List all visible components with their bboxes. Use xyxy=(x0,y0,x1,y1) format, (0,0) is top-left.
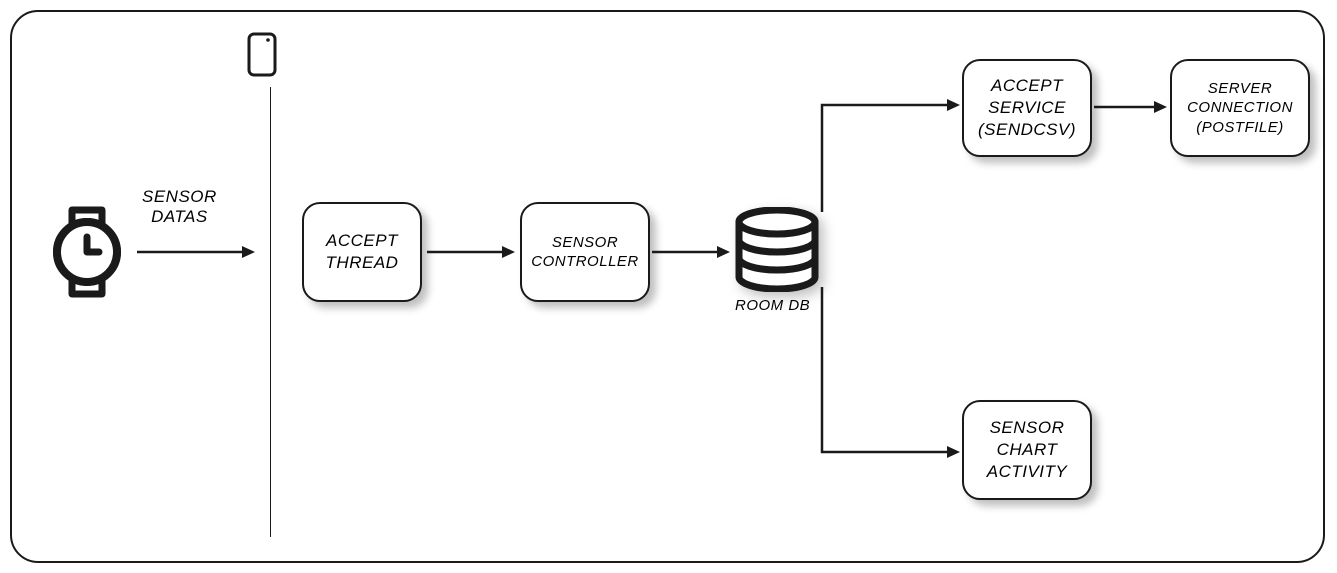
diagram-frame: SENSOR DATAS ACCEPT THREAD SENSOR CONTRO… xyxy=(10,10,1325,563)
sensor-datas-label: SENSOR DATAS xyxy=(142,187,217,227)
database-icon xyxy=(732,207,822,292)
accept-thread-box: ACCEPT THREAD xyxy=(302,202,422,302)
sensor-chart-activity-box: SENSOR CHART ACTIVITY xyxy=(962,400,1092,500)
arrow-service-to-server xyxy=(1094,97,1169,117)
accept-service-box: ACCEPT SERVICE (SENDCSV) xyxy=(962,59,1092,157)
separator-line xyxy=(270,87,271,537)
arrow-db-to-chart xyxy=(822,287,962,462)
sensor-controller-box: SENSOR CONTROLLER xyxy=(520,202,650,302)
server-connection-box: SERVER CONNECTION (POSTFILE) xyxy=(1170,59,1310,157)
room-db-label: ROOM DB xyxy=(735,297,810,314)
watch-icon xyxy=(47,202,127,302)
arrow-thread-to-controller xyxy=(427,242,517,262)
arrow-db-to-service xyxy=(822,97,962,217)
phone-icon xyxy=(247,32,277,77)
arrow-watch-to-thread xyxy=(137,242,257,262)
arrow-controller-to-db xyxy=(652,242,732,262)
